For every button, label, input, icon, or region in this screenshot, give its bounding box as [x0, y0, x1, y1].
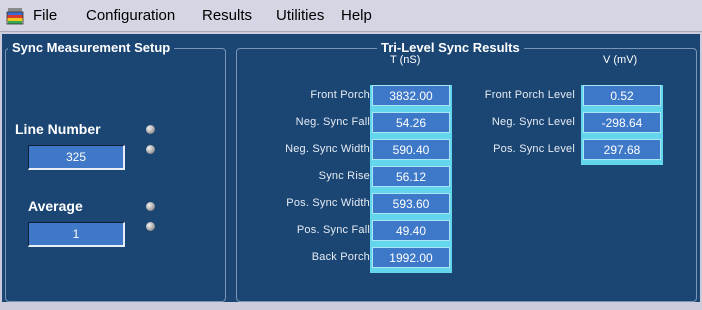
average-knob-icon[interactable]	[146, 202, 155, 211]
sync-rise-label: Sync Rise	[318, 170, 370, 182]
main-panel: Sync Measurement Setup Line Number 325 A…	[2, 34, 700, 302]
average-adjust-knob-icon[interactable]	[146, 222, 155, 231]
bottom-bar	[0, 302, 702, 310]
menu-utilities[interactable]: Utilities	[276, 7, 324, 25]
pos-sync-fall-label: Pos. Sync Fall	[296, 224, 370, 236]
menu-configuration[interactable]: Configuration	[86, 7, 175, 25]
front-porch-label: Front Porch	[310, 89, 370, 101]
neg-sync-fall-value: 54.26	[372, 112, 450, 133]
menu-help[interactable]: Help	[341, 7, 372, 25]
line-number-input[interactable]: 325	[28, 145, 125, 170]
neg-sync-width-label: Neg. Sync Width	[285, 143, 370, 155]
pos-sync-width-label: Pos. Sync Width	[286, 197, 370, 209]
sync-rise-value: 56.12	[372, 166, 450, 187]
menu-bar: File Configuration Results Utilities Hel…	[0, 0, 702, 32]
pos-sync-level-label: Pos. Sync Level	[493, 143, 575, 155]
average-input[interactable]: 1	[28, 222, 125, 247]
results-group: Tri-Level Sync Results T (nS) V (mV) Fro…	[236, 40, 697, 302]
voltage-unit-header: V (mV)	[603, 54, 638, 66]
neg-sync-level-label: Neg. Sync Level	[491, 116, 575, 128]
pos-sync-level-value: 297.68	[583, 139, 661, 160]
neg-sync-fall-label: Neg. Sync Fall	[295, 116, 370, 128]
menu-file[interactable]: File	[33, 7, 57, 25]
app-icon	[6, 8, 24, 25]
front-porch-level-label: Front Porch Level	[484, 89, 575, 101]
line-number-adjust-knob-icon[interactable]	[146, 145, 155, 154]
menu-results[interactable]: Results	[202, 7, 252, 25]
line-number-knob-icon[interactable]	[146, 125, 155, 134]
average-label: Average	[28, 198, 83, 214]
pos-sync-width-value: 593.60	[372, 193, 450, 214]
front-porch-value: 3832.00	[372, 85, 450, 106]
neg-sync-width-value: 590.40	[372, 139, 450, 160]
time-unit-header: T (nS)	[390, 54, 421, 66]
back-porch-label: Back Porch	[311, 251, 370, 263]
front-porch-level-value: 0.52	[583, 85, 661, 106]
line-number-label: Line Number	[15, 121, 101, 137]
sync-setup-group: Sync Measurement Setup Line Number 325 A…	[5, 40, 226, 302]
back-porch-value: 1992.00	[372, 247, 450, 268]
neg-sync-level-value: -298.64	[583, 112, 661, 133]
pos-sync-fall-value: 49.40	[372, 220, 450, 241]
sync-setup-title: Sync Measurement Setup	[8, 40, 175, 56]
